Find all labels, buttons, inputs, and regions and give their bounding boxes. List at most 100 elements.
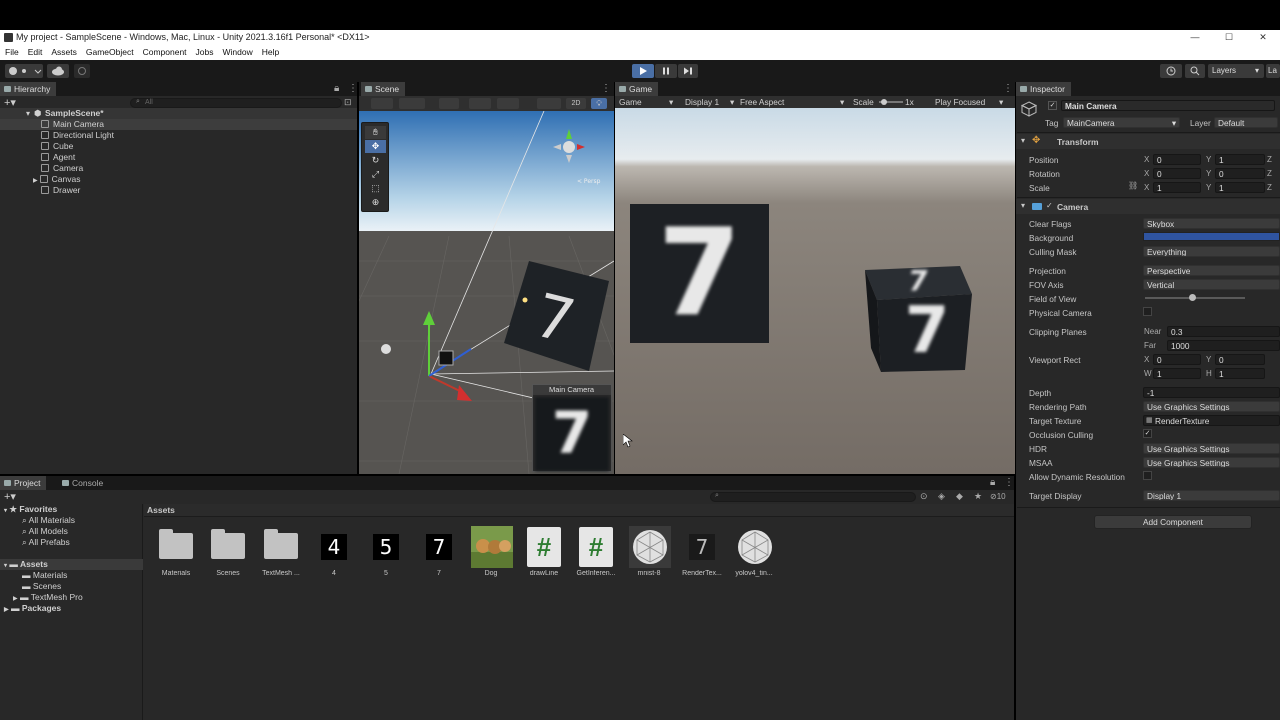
tab-inspector[interactable]: Inspector bbox=[1016, 82, 1071, 96]
lock-icon[interactable]: 🔒︎ bbox=[990, 477, 995, 488]
scale-tool-icon[interactable]: ⤢ bbox=[365, 168, 386, 181]
object-name-field[interactable]: Main Camera bbox=[1061, 100, 1275, 111]
more-options-icon[interactable]: ⋮ bbox=[1004, 477, 1014, 488]
depth-field[interactable]: -1 bbox=[1143, 387, 1280, 398]
play-button[interactable] bbox=[632, 64, 654, 78]
hierarchy-search-input[interactable]: ⌕ All bbox=[130, 98, 342, 108]
transform-header[interactable]: ▾ ✥ Transform bbox=[1016, 134, 1280, 149]
more-options-icon[interactable]: ⋮ bbox=[1003, 83, 1013, 94]
active-checkbox[interactable]: ✓ bbox=[1048, 101, 1057, 110]
hierarchy-item-camera[interactable]: Camera bbox=[41, 163, 83, 174]
saved-search-icon[interactable]: ◆ bbox=[956, 491, 963, 502]
scale-x-field[interactable]: 1 bbox=[1153, 182, 1201, 193]
camera-header[interactable]: ▾ ✓ Camera bbox=[1016, 199, 1280, 214]
play-focused-dropdown[interactable]: Play Focused bbox=[935, 96, 985, 108]
more-options-icon[interactable]: ⋮ bbox=[348, 83, 358, 94]
field-of-view-slider-thumb[interactable] bbox=[1189, 294, 1196, 301]
rotation-y-field[interactable]: 0 bbox=[1215, 168, 1265, 179]
2d-toggle[interactable]: 2D bbox=[566, 98, 586, 109]
far-field[interactable]: 1000 bbox=[1167, 340, 1280, 351]
hierarchy-item-directional-light[interactable]: Directional Light bbox=[41, 130, 114, 141]
move-tool-icon[interactable]: ✥ bbox=[365, 140, 386, 153]
position-x-field[interactable]: 0 bbox=[1153, 154, 1201, 165]
packages-folder-row[interactable]: ▶ ▬ Packages bbox=[4, 603, 61, 614]
collapse-arrow-icon[interactable]: ▾ bbox=[1021, 201, 1025, 210]
create-asset-button[interactable]: +▾ bbox=[4, 490, 16, 503]
msaa-dropdown[interactable]: Use Graphics Settings bbox=[1143, 457, 1280, 468]
tab-console[interactable]: Console bbox=[58, 476, 110, 490]
display-dropdown[interactable]: Display 1 bbox=[685, 96, 719, 108]
tag-dropdown[interactable]: MainCamera ▾ bbox=[1063, 117, 1180, 128]
rotate-tool-icon[interactable]: ↻ bbox=[365, 154, 386, 167]
hierarchy-item-cube[interactable]: Cube bbox=[41, 141, 73, 152]
target-display-dropdown[interactable]: Display 1 bbox=[1143, 490, 1280, 501]
scale-slider-thumb[interactable] bbox=[881, 99, 887, 105]
rotation-x-field[interactable]: 0 bbox=[1153, 168, 1201, 179]
favorite-all-materials[interactable]: ⌕ All Materials bbox=[22, 515, 75, 526]
viewport-x-field[interactable]: 0 bbox=[1153, 354, 1201, 365]
breadcrumb-assets[interactable]: Assets bbox=[147, 505, 175, 515]
expand-arrow-icon[interactable]: ▶ bbox=[13, 596, 18, 602]
history-button[interactable] bbox=[1160, 64, 1182, 78]
search-by-type-icon[interactable]: ⊙ bbox=[920, 491, 928, 502]
layer-dropdown[interactable]: Default bbox=[1214, 117, 1278, 128]
menu-window[interactable]: Window bbox=[223, 45, 253, 60]
background-color-swatch[interactable] bbox=[1143, 232, 1280, 241]
hierarchy-item-canvas[interactable]: ▶ Canvas bbox=[33, 174, 80, 185]
menu-gameobject[interactable]: GameObject bbox=[86, 45, 134, 60]
hidden-packages-toggle[interactable]: ⊘10 bbox=[990, 492, 1006, 501]
minimize-button[interactable]: — bbox=[1178, 30, 1212, 45]
more-options-icon[interactable]: ⋮ bbox=[601, 83, 611, 94]
assets-folder-row[interactable]: ▾ ▬ Assets bbox=[0, 559, 143, 570]
projection-dropdown[interactable]: Perspective bbox=[1143, 265, 1280, 276]
scene-root-row[interactable]: ▾ ⬢ SampleScene* bbox=[0, 108, 357, 119]
occlusion-culling-checkbox[interactable]: ✓ bbox=[1143, 429, 1152, 438]
target-texture-field[interactable]: ▦ RenderTexture bbox=[1143, 415, 1280, 426]
snap-increment[interactable] bbox=[497, 98, 519, 109]
account-button[interactable] bbox=[5, 64, 43, 78]
folder-scenes[interactable]: ▬ Scenes bbox=[22, 581, 61, 592]
layers-dropdown[interactable]: Layers ▾ bbox=[1208, 64, 1264, 78]
hierarchy-item-agent[interactable]: Agent bbox=[41, 152, 75, 163]
menu-jobs[interactable]: Jobs bbox=[196, 45, 214, 60]
tab-project[interactable]: Project bbox=[0, 476, 47, 490]
transform-tool-icon[interactable]: ⊕ bbox=[365, 196, 386, 209]
fov-axis-dropdown[interactable]: Vertical bbox=[1143, 279, 1280, 290]
collapse-arrow-icon[interactable]: ▾ bbox=[1021, 136, 1025, 145]
lock-icon[interactable]: 🔒︎ bbox=[334, 83, 339, 94]
tab-scene[interactable]: Scene bbox=[361, 82, 406, 96]
hand-tool-icon[interactable]: ✋︎ bbox=[365, 126, 386, 139]
expand-arrow-icon[interactable]: ▾ bbox=[4, 563, 7, 569]
rect-tool-icon[interactable]: ⬚ bbox=[365, 182, 386, 195]
hierarchy-item-drawer[interactable]: Drawer bbox=[41, 185, 80, 196]
draw-mode-dropdown[interactable] bbox=[371, 98, 393, 109]
add-component-button[interactable]: Add Component bbox=[1094, 515, 1252, 529]
close-button[interactable]: ✕ bbox=[1246, 30, 1280, 45]
shading-mode-dropdown[interactable] bbox=[537, 98, 561, 109]
grid-snap-dropdown[interactable] bbox=[439, 98, 459, 109]
menu-edit[interactable]: Edit bbox=[28, 45, 43, 60]
tab-hierarchy[interactable]: Hierarchy bbox=[0, 82, 57, 96]
game-mode-dropdown[interactable]: Game bbox=[619, 96, 642, 108]
physical-camera-checkbox[interactable] bbox=[1143, 307, 1152, 316]
camera-enabled-checkbox[interactable]: ✓ bbox=[1046, 201, 1053, 210]
search-by-label-icon[interactable]: ◈ bbox=[938, 491, 945, 502]
grid-toggle[interactable] bbox=[469, 98, 491, 109]
pivot-dropdown[interactable] bbox=[399, 98, 425, 109]
favorite-all-prefabs[interactable]: ⌕ All Prefabs bbox=[22, 537, 70, 548]
folder-materials[interactable]: ▬ Materials bbox=[22, 570, 67, 581]
position-y-field[interactable]: 1 bbox=[1215, 154, 1265, 165]
expand-arrow-icon[interactable]: ▶ bbox=[33, 178, 38, 184]
menu-help[interactable]: Help bbox=[262, 45, 279, 60]
collab-button[interactable] bbox=[74, 64, 90, 78]
search-button[interactable] bbox=[1185, 64, 1205, 78]
step-button[interactable] bbox=[678, 64, 698, 78]
star-icon[interactable]: ★ bbox=[974, 491, 982, 502]
favorite-all-models[interactable]: ⌕ All Models bbox=[22, 526, 68, 537]
hierarchy-filter-icon[interactable]: ⊡ bbox=[344, 97, 352, 108]
viewport-h-field[interactable]: 1 bbox=[1215, 368, 1265, 379]
scale-y-field[interactable]: 1 bbox=[1215, 182, 1265, 193]
cloud-button[interactable] bbox=[47, 64, 69, 78]
tab-game[interactable]: Game bbox=[615, 82, 659, 96]
dynamic-resolution-checkbox[interactable] bbox=[1143, 471, 1152, 480]
